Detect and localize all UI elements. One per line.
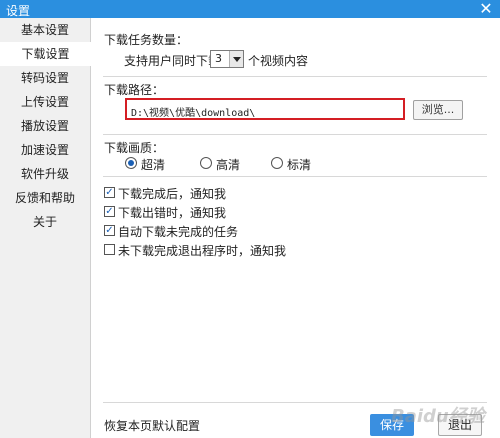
section-divider [103, 76, 487, 77]
browse-button[interactable]: 浏览... [413, 100, 463, 120]
title-bar: 设置 ✕ [0, 0, 500, 18]
sidebar-item-about[interactable]: 关于 [0, 210, 90, 234]
sidebar-item-acceleration[interactable]: 加速设置 [0, 138, 90, 162]
auto-resume-label: 自动下载未完成的任务 [118, 225, 239, 239]
auto-resume-checkbox[interactable]: ✓ [104, 225, 115, 236]
notify-complete-checkbox[interactable]: ✓ [104, 187, 115, 198]
path-heading: 下载路径： [104, 83, 165, 97]
footer-divider [103, 402, 487, 403]
quality-label-super: 超清 [141, 158, 166, 172]
notify-error-label: 下载出错时，通知我 [118, 206, 227, 220]
download-path-input[interactable]: D:\视频\优酷\download\ [125, 98, 405, 120]
quality-label-high: 高清 [216, 158, 241, 172]
sidebar-item-transcode[interactable]: 转码设置 [0, 66, 90, 90]
quality-radio-high[interactable] [200, 157, 212, 169]
quality-heading: 下载画质： [104, 141, 165, 155]
sidebar-item-upgrade[interactable]: 软件升级 [0, 162, 90, 186]
task-count-heading: 下载任务数量： [104, 33, 189, 47]
sidebar-item-download[interactable]: 下载设置 [0, 42, 91, 66]
notify-exit-checkbox[interactable] [104, 244, 115, 255]
download-settings-panel: 下载任务数量： 支持用户同时下载 3 个视频内容 下载路径： D:\视频\优酷\… [91, 18, 500, 438]
task-count-value: 3 [215, 52, 222, 65]
task-count-select[interactable]: 3 [210, 50, 244, 68]
sidebar-item-basic[interactable]: 基本设置 [0, 18, 90, 42]
section-divider [103, 134, 487, 135]
sidebar-item-upload[interactable]: 上传设置 [0, 90, 90, 114]
quality-radio-super[interactable] [125, 157, 137, 169]
save-button[interactable]: 保存 [370, 414, 414, 436]
quality-label-standard: 标清 [287, 158, 312, 172]
notify-exit-label: 未下载完成退出程序时，通知我 [118, 244, 287, 258]
quality-radio-standard[interactable] [271, 157, 283, 169]
notify-complete-label: 下载完成后，通知我 [118, 187, 227, 201]
restore-defaults-link[interactable]: 恢复本页默认配置 [104, 417, 200, 434]
task-count-suffix: 个视频内容 [248, 54, 309, 68]
notify-error-checkbox[interactable]: ✓ [104, 206, 115, 217]
exit-button[interactable]: 退出 [438, 414, 482, 436]
close-icon[interactable]: ✕ [478, 0, 494, 18]
section-divider [103, 176, 487, 177]
settings-sidebar: 基本设置 下载设置 转码设置 上传设置 播放设置 加速设置 软件升级 反馈和帮助… [0, 18, 91, 438]
chevron-down-icon[interactable] [229, 51, 243, 67]
sidebar-item-feedback[interactable]: 反馈和帮助 [0, 186, 90, 210]
window-title: 设置 [6, 4, 31, 18]
task-count-prefix: 支持用户同时下载 [124, 54, 221, 68]
sidebar-item-playback[interactable]: 播放设置 [0, 114, 90, 138]
